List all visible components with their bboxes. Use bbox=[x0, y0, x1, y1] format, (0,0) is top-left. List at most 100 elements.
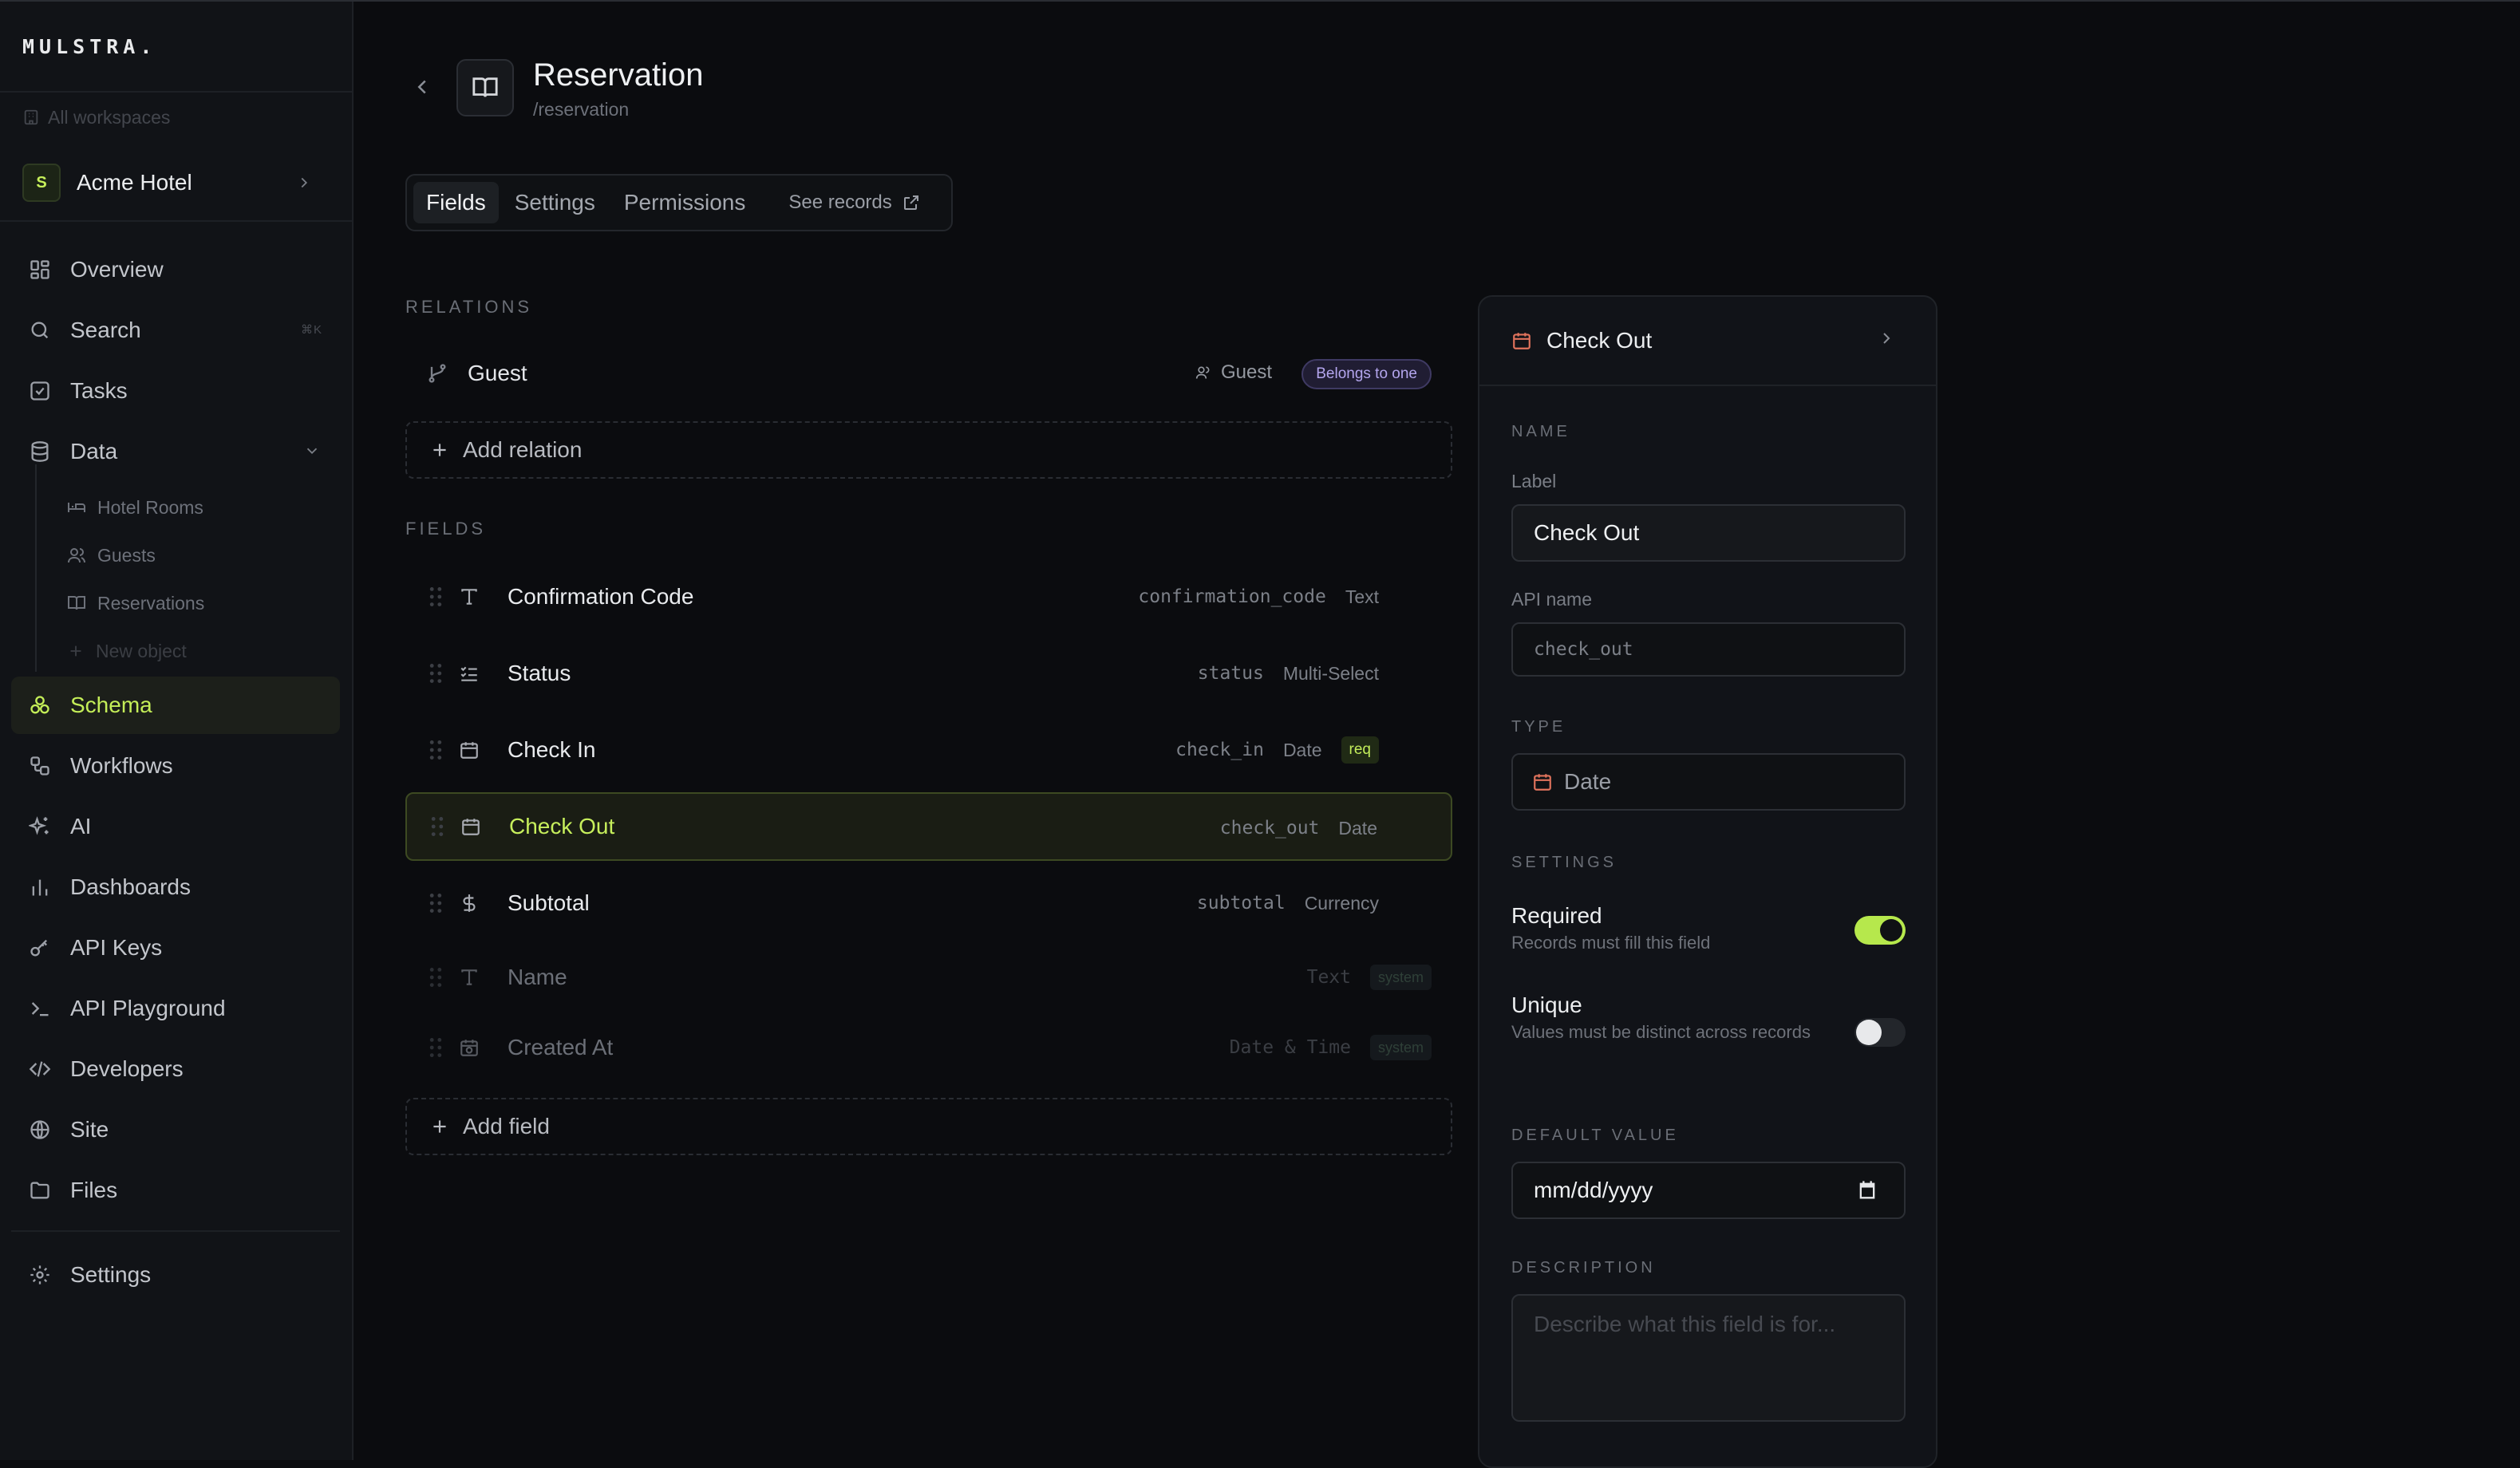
field-row-status[interactable]: Status status Multi-Select bbox=[405, 639, 1452, 708]
nav-tasks[interactable]: Tasks bbox=[11, 362, 340, 420]
add-relation-button[interactable]: Add relation bbox=[405, 421, 1452, 479]
collapse-panel-button[interactable] bbox=[1877, 329, 1896, 348]
workspace-switcher[interactable]: S Acme Hotel bbox=[11, 156, 330, 209]
field-detail-panel: Check Out NAME Label Check Out API name … bbox=[1478, 295, 1937, 1468]
field-type: Date & Time bbox=[1229, 1037, 1351, 1058]
relation-target-label: Guest bbox=[1220, 361, 1272, 383]
see-records-link[interactable]: See records bbox=[776, 182, 933, 223]
description-textarea[interactable]: Describe what this field is for... bbox=[1511, 1294, 1906, 1422]
nav-data[interactable]: Data bbox=[11, 423, 340, 480]
building-icon bbox=[22, 109, 40, 126]
field-name: Subtotal bbox=[508, 890, 590, 915]
sparkles-icon bbox=[26, 812, 54, 841]
field-meta: Date & Time system bbox=[1230, 1013, 1432, 1082]
add-field-button[interactable]: Add field bbox=[405, 1098, 1452, 1155]
field-meta: Text system bbox=[1307, 943, 1432, 1012]
nav-api-playground[interactable]: API Playground bbox=[11, 980, 340, 1037]
toggle-knob bbox=[1856, 1020, 1882, 1045]
nav-label: Site bbox=[70, 1117, 109, 1142]
default-value-date-input[interactable]: mm/dd/yyyy bbox=[1511, 1162, 1906, 1219]
terminal-icon bbox=[26, 994, 54, 1023]
sub-label: Reservations bbox=[97, 592, 205, 614]
nav-dashboards[interactable]: Dashboards bbox=[11, 858, 340, 916]
field-row-check-out[interactable]: Check Out check_out Date bbox=[405, 792, 1452, 861]
relations-section-label: RELATIONS bbox=[405, 297, 533, 317]
field-type: Currency bbox=[1304, 892, 1379, 914]
nav-overview[interactable]: Overview bbox=[11, 241, 340, 298]
drag-handle-icon[interactable] bbox=[405, 586, 453, 607]
field-row-name[interactable]: Name Text system bbox=[405, 943, 1452, 1012]
api-name-input[interactable]: check_out bbox=[1511, 622, 1906, 677]
tab-settings[interactable]: Settings bbox=[502, 182, 608, 223]
label-input[interactable]: Check Out bbox=[1511, 504, 1906, 562]
search-icon bbox=[26, 316, 54, 345]
sidebar: MULSTRA. All workspaces S Acme Hotel Ove… bbox=[0, 2, 354, 1460]
drag-handle-icon[interactable] bbox=[405, 740, 453, 760]
nav-ai[interactable]: AI bbox=[11, 798, 340, 855]
nav-files[interactable]: Files bbox=[11, 1162, 340, 1219]
drag-handle-icon[interactable] bbox=[405, 663, 453, 684]
drag-handle-icon[interactable] bbox=[407, 816, 455, 837]
panel-title: Check Out bbox=[1546, 328, 1653, 353]
sidebar-item-guests[interactable]: Guests bbox=[67, 538, 156, 573]
calendar-icon bbox=[455, 816, 487, 837]
relation-name: Guest bbox=[468, 361, 527, 385]
app-logo[interactable]: MULSTRA. bbox=[22, 35, 156, 58]
field-row-created-at[interactable]: Created At Date & Time system bbox=[405, 1013, 1452, 1082]
nav-site[interactable]: Site bbox=[11, 1101, 340, 1158]
grid-icon bbox=[26, 255, 54, 284]
drag-handle-icon[interactable] bbox=[405, 893, 453, 914]
required-badge: req bbox=[1341, 736, 1379, 764]
code-icon bbox=[26, 1055, 54, 1083]
gear-icon bbox=[26, 1261, 54, 1289]
user-icon bbox=[1195, 365, 1211, 381]
unique-toggle[interactable] bbox=[1854, 1018, 1906, 1047]
panel-header: Check Out bbox=[1479, 297, 1936, 386]
field-row-subtotal[interactable]: Subtotal subtotal Currency bbox=[405, 869, 1452, 937]
plus-icon bbox=[429, 1116, 450, 1137]
nav-label: Tasks bbox=[70, 378, 128, 403]
field-meta: subtotal Currency bbox=[1197, 869, 1379, 937]
nav-developers[interactable]: Developers bbox=[11, 1040, 340, 1098]
page-title: Reservation bbox=[533, 57, 704, 93]
nav-search[interactable]: Search ⌘K bbox=[11, 302, 340, 359]
nav-label: API Keys bbox=[70, 935, 163, 960]
all-workspaces-link[interactable]: All workspaces bbox=[22, 105, 170, 129]
drag-handle-icon bbox=[405, 1037, 453, 1058]
field-row-check-in[interactable]: Check In check_in Date req bbox=[405, 716, 1452, 784]
api-name-caption: API name bbox=[1511, 589, 1592, 610]
nav-label: Workflows bbox=[70, 753, 173, 778]
field-type: Date bbox=[1338, 817, 1377, 839]
workspace-name: Acme Hotel bbox=[77, 170, 192, 195]
calendar-icon bbox=[1511, 330, 1532, 351]
relation-row[interactable]: Guest Guest Belongs to one bbox=[405, 348, 1452, 399]
relation-kind-badge: Belongs to one bbox=[1301, 359, 1432, 389]
nav-schema[interactable]: Schema bbox=[11, 677, 340, 734]
type-select[interactable]: Date bbox=[1511, 753, 1906, 811]
tab-bar: Fields Settings Permissions See records bbox=[405, 174, 953, 231]
sidebar-item-reservations[interactable]: Reservations bbox=[67, 586, 204, 621]
nav-settings[interactable]: Settings bbox=[11, 1246, 340, 1304]
chevron-right-icon bbox=[295, 174, 313, 191]
nav-api-keys[interactable]: API Keys bbox=[11, 919, 340, 977]
sidebar-item-hotel-rooms[interactable]: Hotel Rooms bbox=[67, 490, 203, 525]
sidebar-item-new-object[interactable]: New object bbox=[67, 633, 187, 669]
calendar-icon[interactable] bbox=[1856, 1179, 1878, 1202]
add-field-label: Add field bbox=[463, 1114, 550, 1138]
field-meta: check_out Date bbox=[1220, 794, 1377, 862]
field-type: Text bbox=[1345, 586, 1379, 607]
tab-fields[interactable]: Fields bbox=[413, 182, 499, 223]
chevron-down-icon[interactable] bbox=[303, 442, 321, 460]
required-toggle[interactable] bbox=[1854, 916, 1906, 945]
nav-workflows[interactable]: Workflows bbox=[11, 737, 340, 795]
back-button[interactable] bbox=[410, 75, 434, 99]
field-row-confirmation-code[interactable]: Confirmation Code confirmation_code Text bbox=[405, 562, 1452, 631]
field-api-name: check_out bbox=[1219, 818, 1320, 839]
tab-permissions[interactable]: Permissions bbox=[611, 182, 758, 223]
required-label: Required bbox=[1511, 903, 1602, 928]
type-value: Date bbox=[1564, 769, 1612, 794]
see-records-label: See records bbox=[788, 191, 892, 213]
database-icon bbox=[26, 437, 54, 466]
plus-icon bbox=[67, 642, 85, 660]
field-meta: check_in Date req bbox=[1175, 716, 1379, 784]
